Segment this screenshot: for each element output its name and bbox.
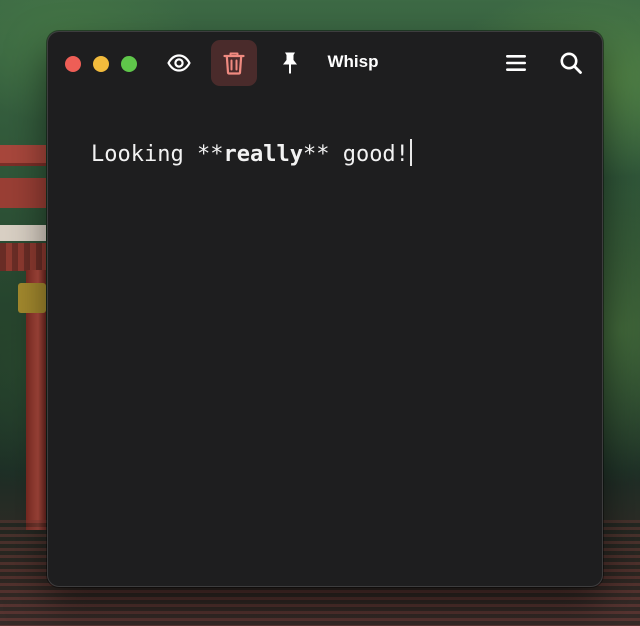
app-window: Whisp Looking **really** good!	[47, 31, 603, 587]
note-editor[interactable]: Looking **really** good!	[91, 139, 572, 170]
maximize-window-button[interactable]	[121, 56, 137, 72]
torii-gate-gold-fitting	[18, 283, 46, 313]
window-title: Whisp	[327, 52, 379, 71]
torii-gate-crossbeam	[0, 178, 46, 208]
minimize-window-button[interactable]	[93, 56, 109, 72]
editor-text-before: Looking	[91, 142, 197, 167]
preview-button[interactable]	[156, 40, 202, 86]
bold-marker-close: **	[302, 142, 330, 167]
eye-icon	[167, 54, 191, 72]
search-button[interactable]	[548, 40, 594, 86]
trash-icon	[223, 52, 245, 75]
title-bar[interactable]: Whisp	[48, 32, 602, 94]
close-window-button[interactable]	[65, 56, 81, 72]
search-icon	[560, 52, 582, 74]
pin-icon	[283, 52, 297, 74]
torii-gate-band	[0, 225, 46, 241]
bold-marker-open: **	[196, 142, 224, 167]
delete-button[interactable]	[211, 40, 257, 86]
hamburger-menu-icon	[506, 55, 526, 71]
torii-gate-beam	[0, 145, 46, 163]
editor-text-after: good!	[329, 142, 409, 167]
menu-button[interactable]	[493, 40, 539, 86]
text-cursor	[409, 139, 412, 166]
torii-gate-ornament	[0, 243, 46, 271]
bold-word: really	[223, 142, 303, 167]
